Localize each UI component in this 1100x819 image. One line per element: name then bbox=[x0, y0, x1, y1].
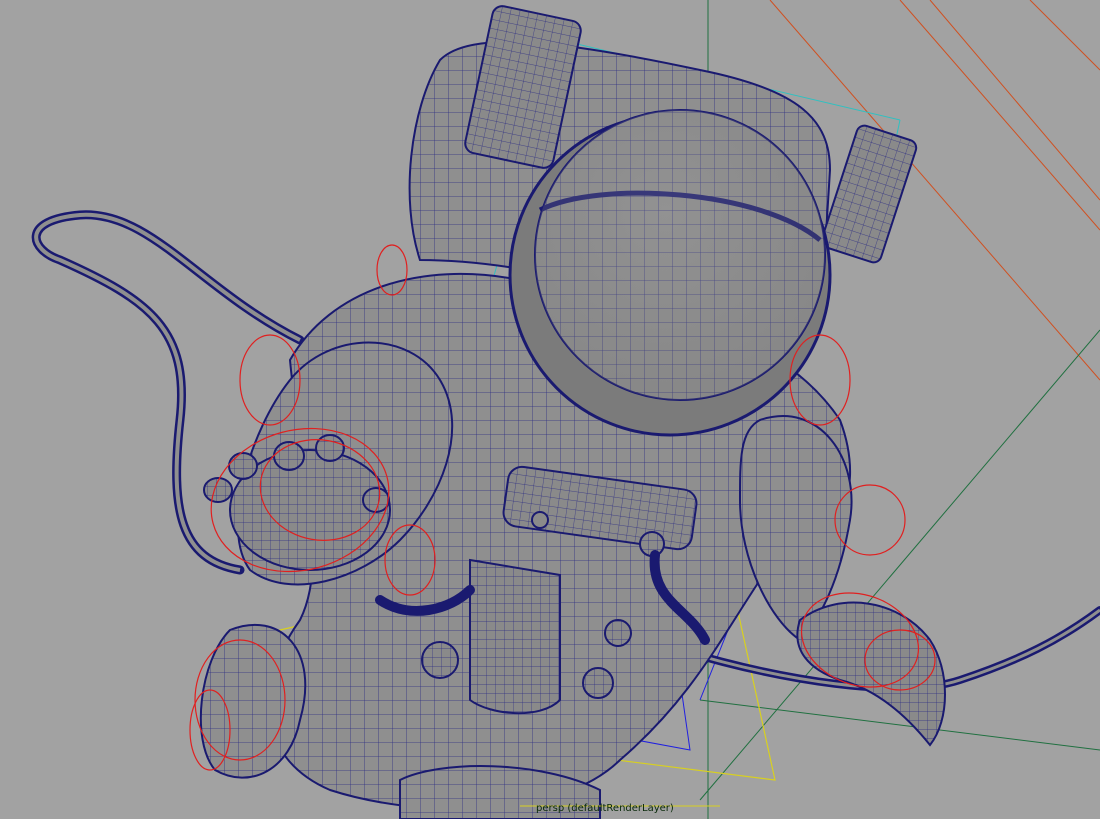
chest-pocket bbox=[469, 558, 561, 715]
suit-valve bbox=[604, 619, 632, 647]
scene-canvas[interactable] bbox=[0, 0, 1100, 819]
helmet-mesh bbox=[508, 109, 832, 437]
light-line bbox=[1029, 0, 1100, 71]
finger bbox=[228, 452, 258, 480]
maya-perspective-viewport[interactable]: persp (defaultRenderLayer) bbox=[0, 0, 1100, 819]
suit-dial bbox=[531, 511, 549, 529]
suit-valve bbox=[421, 641, 459, 679]
light-line bbox=[899, 0, 1100, 231]
camera-label: persp (defaultRenderLayer) bbox=[536, 803, 674, 814]
right-arm-mesh bbox=[738, 415, 946, 747]
light-line bbox=[929, 0, 1100, 201]
finger bbox=[315, 434, 345, 462]
right-glove bbox=[796, 601, 946, 747]
finger bbox=[273, 441, 305, 471]
suit-valve bbox=[582, 667, 614, 699]
thumb bbox=[362, 487, 390, 513]
backpack-module-right bbox=[820, 124, 918, 264]
